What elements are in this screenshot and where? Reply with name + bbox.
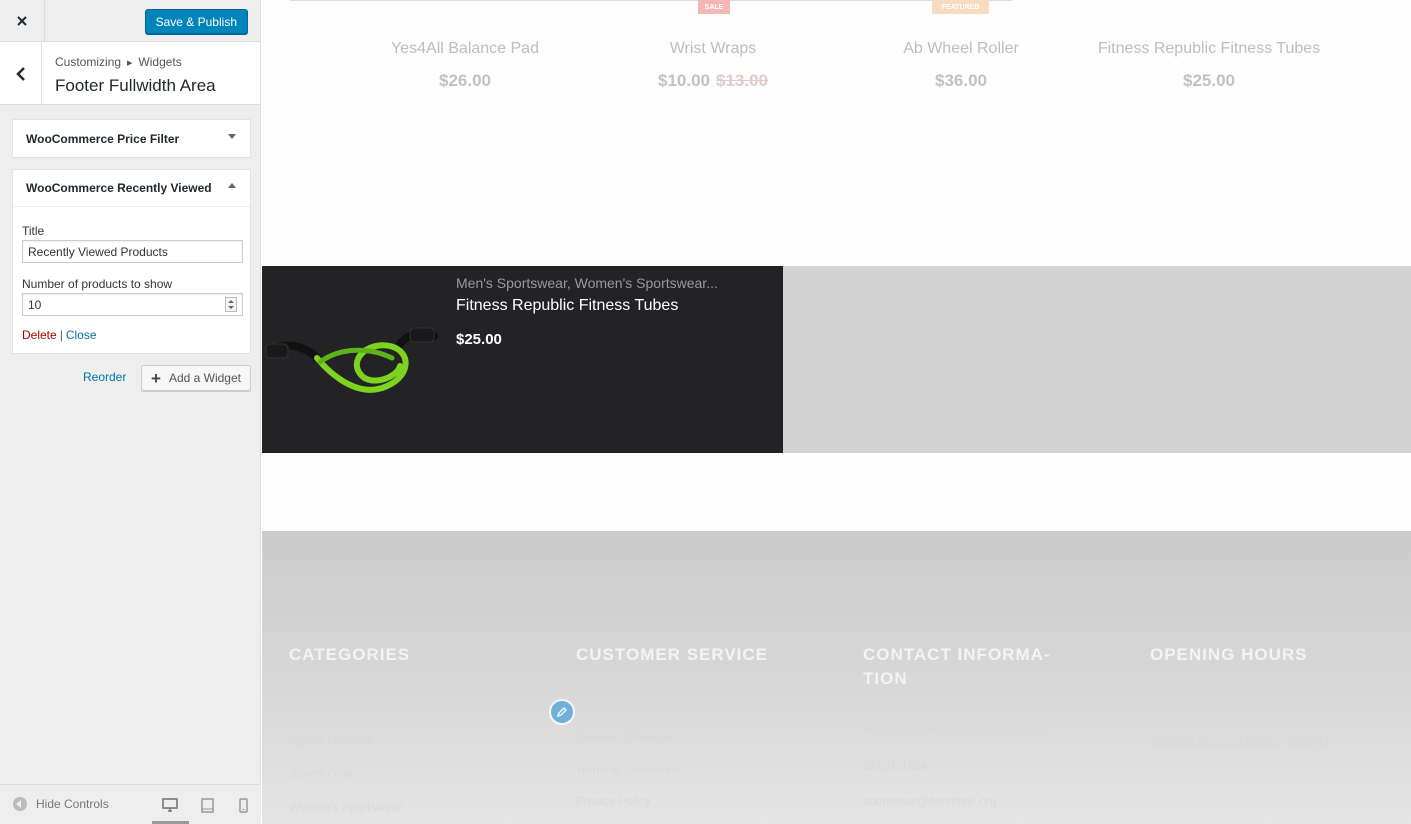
product-price: $36.00 <box>935 71 987 90</box>
tablet-preview-button[interactable] <box>198 796 216 814</box>
widget-recently-viewed: WooCommerce Recently Viewed Title Recent… <box>12 169 251 354</box>
title-field-label: Title <box>22 224 45 238</box>
customizer-footer: Hide Controls <box>0 784 261 824</box>
product-images-edge <box>290 0 1012 1</box>
plus-icon: + <box>151 368 161 388</box>
reorder-link[interactable]: Reorder <box>83 370 126 384</box>
stepper-arrows-icon[interactable] <box>225 297 237 312</box>
tablet-icon <box>200 797 214 813</box>
title-input[interactable]: Recently Viewed Products <box>22 240 243 263</box>
footer-link[interactable]: About us <box>576 699 623 713</box>
footer-link[interactable]: Terms & Conditions <box>576 763 680 777</box>
footer-hours-column: OPENING HOURS Working Days: Mon. - Fri. … <box>1150 643 1329 749</box>
product-old-price: $13.00 <box>716 71 768 90</box>
product-count-stepper[interactable]: 10 <box>22 293 243 316</box>
footer-heading: CUSTOMER SERVICE <box>576 645 769 664</box>
widget-title: WooCommerce Recently Viewed <box>26 181 212 195</box>
site-footer: CATEGORIES Men's Sportswear Sports Fanwe… <box>262 531 1411 824</box>
footer-link[interactable]: Sports Fanwear <box>289 733 374 747</box>
collapse-arrow-icon[interactable] <box>228 183 236 188</box>
pencil-icon <box>556 707 567 718</box>
footer-link[interactable]: Men's Sportswear <box>289 699 385 713</box>
product-card[interactable]: Fitness Republic Fitness Tubes $25.00 <box>1085 40 1333 91</box>
chevron-left-icon <box>15 66 25 81</box>
footer-link[interactable]: Privacy Policy <box>576 794 651 808</box>
footer-contact-column: CONTACT INFORMA- TION 4096 N Highland St… <box>863 643 1093 808</box>
delete-link[interactable]: Delete <box>22 328 57 342</box>
product-categories[interactable]: Men's Sportswear, Women's Sportswear... <box>456 275 718 291</box>
customizer-sidebar: Save & Publish Customizing ▶ Widgets Foote… <box>0 0 261 824</box>
close-icon <box>17 16 27 26</box>
site-preview: SALE FEATURED Yes4All Balance Pad $26.00… <box>262 0 1411 824</box>
section-title: Footer Fullwidth Area <box>55 76 216 95</box>
footer-link[interactable]: Sports Gear <box>289 766 354 780</box>
footer-customer-service-column: CUSTOMER SERVICE About us Delivery & Ret… <box>576 643 769 808</box>
hide-controls-label: Hide Controls <box>36 797 109 811</box>
footer-address-line2: 32101, USA <box>863 759 928 773</box>
footer-hours-line2: Working Hours: 9.00AM - 6.00PM <box>1150 735 1330 749</box>
widget-price-filter: WooCommerce Price Filter <box>12 119 251 158</box>
actions-separator: | <box>59 328 63 342</box>
footer-heading-line1: CONTACT INFORMA- <box>863 645 1051 664</box>
featured-badge: FEATURED <box>932 0 989 14</box>
widget-actions: Delete | Close <box>22 328 97 342</box>
back-button[interactable] <box>0 42 42 105</box>
breadcrumb-child: Widgets <box>138 55 182 69</box>
widget-price-filter-header[interactable]: WooCommerce Price Filter <box>13 120 250 157</box>
add-widget-button[interactable]: + Add a Widget <box>141 365 251 391</box>
footer-address-line1: 4096 N Highland St, Arlington, VA <box>863 721 1043 735</box>
mobile-icon <box>238 797 248 813</box>
sale-badge: SALE <box>698 0 730 14</box>
customizer-header: Save & Publish <box>0 0 260 42</box>
close-link[interactable]: Close <box>66 328 97 342</box>
widget-title: WooCommerce Price Filter <box>26 131 180 146</box>
close-customizer-button[interactable] <box>0 0 45 42</box>
product-name[interactable]: Fitness Republic Fitness Tubes <box>456 297 678 315</box>
edit-shortcut-button[interactable] <box>549 699 575 725</box>
product-name[interactable]: Wrist Wraps <box>589 40 837 58</box>
recently-viewed-product[interactable]: Men's Sportswear, Women's Sportswear... … <box>262 266 783 453</box>
footer-link[interactable]: Women's Sportswear <box>289 800 402 814</box>
footer-heading: CATEGORIES <box>289 645 411 664</box>
add-widget-label: Add a Widget <box>168 371 241 385</box>
section-header: Customizing ▶ Widgets Footer Fullwidth Are… <box>0 42 260 105</box>
product-card[interactable]: Yes4All Balance Pad $26.00 <box>341 40 589 91</box>
desktop-preview-button[interactable] <box>161 796 179 814</box>
count-field-label: Number of products to show <box>22 277 173 291</box>
footer-hours-line1: Working Days: Mon. - Fri. <box>1150 697 1286 711</box>
product-price: $10.00 <box>658 71 710 90</box>
expand-arrow-icon[interactable] <box>228 134 236 139</box>
product-card[interactable]: Wrist Wraps $10.00 $13.00 <box>589 40 837 91</box>
desktop-icon <box>162 798 178 812</box>
footer-heading-line2: TION <box>863 669 908 688</box>
widget-recently-viewed-header[interactable]: WooCommerce Recently Viewed <box>13 170 250 207</box>
footer-link[interactable]: Delivery & Returns <box>576 731 676 745</box>
save-publish-button[interactable]: Save & Publish <box>144 9 248 34</box>
hide-controls-button[interactable]: Hide Controls <box>13 797 109 811</box>
product-name[interactable]: Yes4All Balance Pad <box>341 40 589 58</box>
breadcrumb-parent: Customizing <box>55 55 122 69</box>
footer-heading: OPENING HOURS <box>1150 645 1308 664</box>
product-price: $25.00 <box>1183 71 1235 90</box>
product-price: $25.00 <box>456 331 502 348</box>
breadcrumb: Customizing ▶ Widgets <box>55 55 182 69</box>
breadcrumb-separator-icon: ▶ <box>127 60 133 67</box>
product-price-group: $10.00 $13.00 <box>589 71 837 91</box>
footer-categories-column: CATEGORIES Men's Sportswear Sports Fanwe… <box>289 643 411 814</box>
product-count-value: 10 <box>28 297 42 312</box>
footer-email[interactable]: sportwear@dercelink.org <box>863 794 997 808</box>
collapse-sidebar-icon <box>13 797 27 811</box>
product-thumbnail-image[interactable] <box>262 306 442 406</box>
mobile-preview-button[interactable] <box>234 796 252 814</box>
product-name[interactable]: Fitness Republic Fitness Tubes <box>1085 40 1333 58</box>
product-card[interactable]: Ab Wheel Roller $36.00 <box>837 40 1085 91</box>
footer-fullwidth-area: Men's Sportswear, Women's Sportswear... … <box>262 266 1411 453</box>
product-name[interactable]: Ab Wheel Roller <box>837 40 1085 58</box>
product-price: $26.00 <box>439 71 491 90</box>
